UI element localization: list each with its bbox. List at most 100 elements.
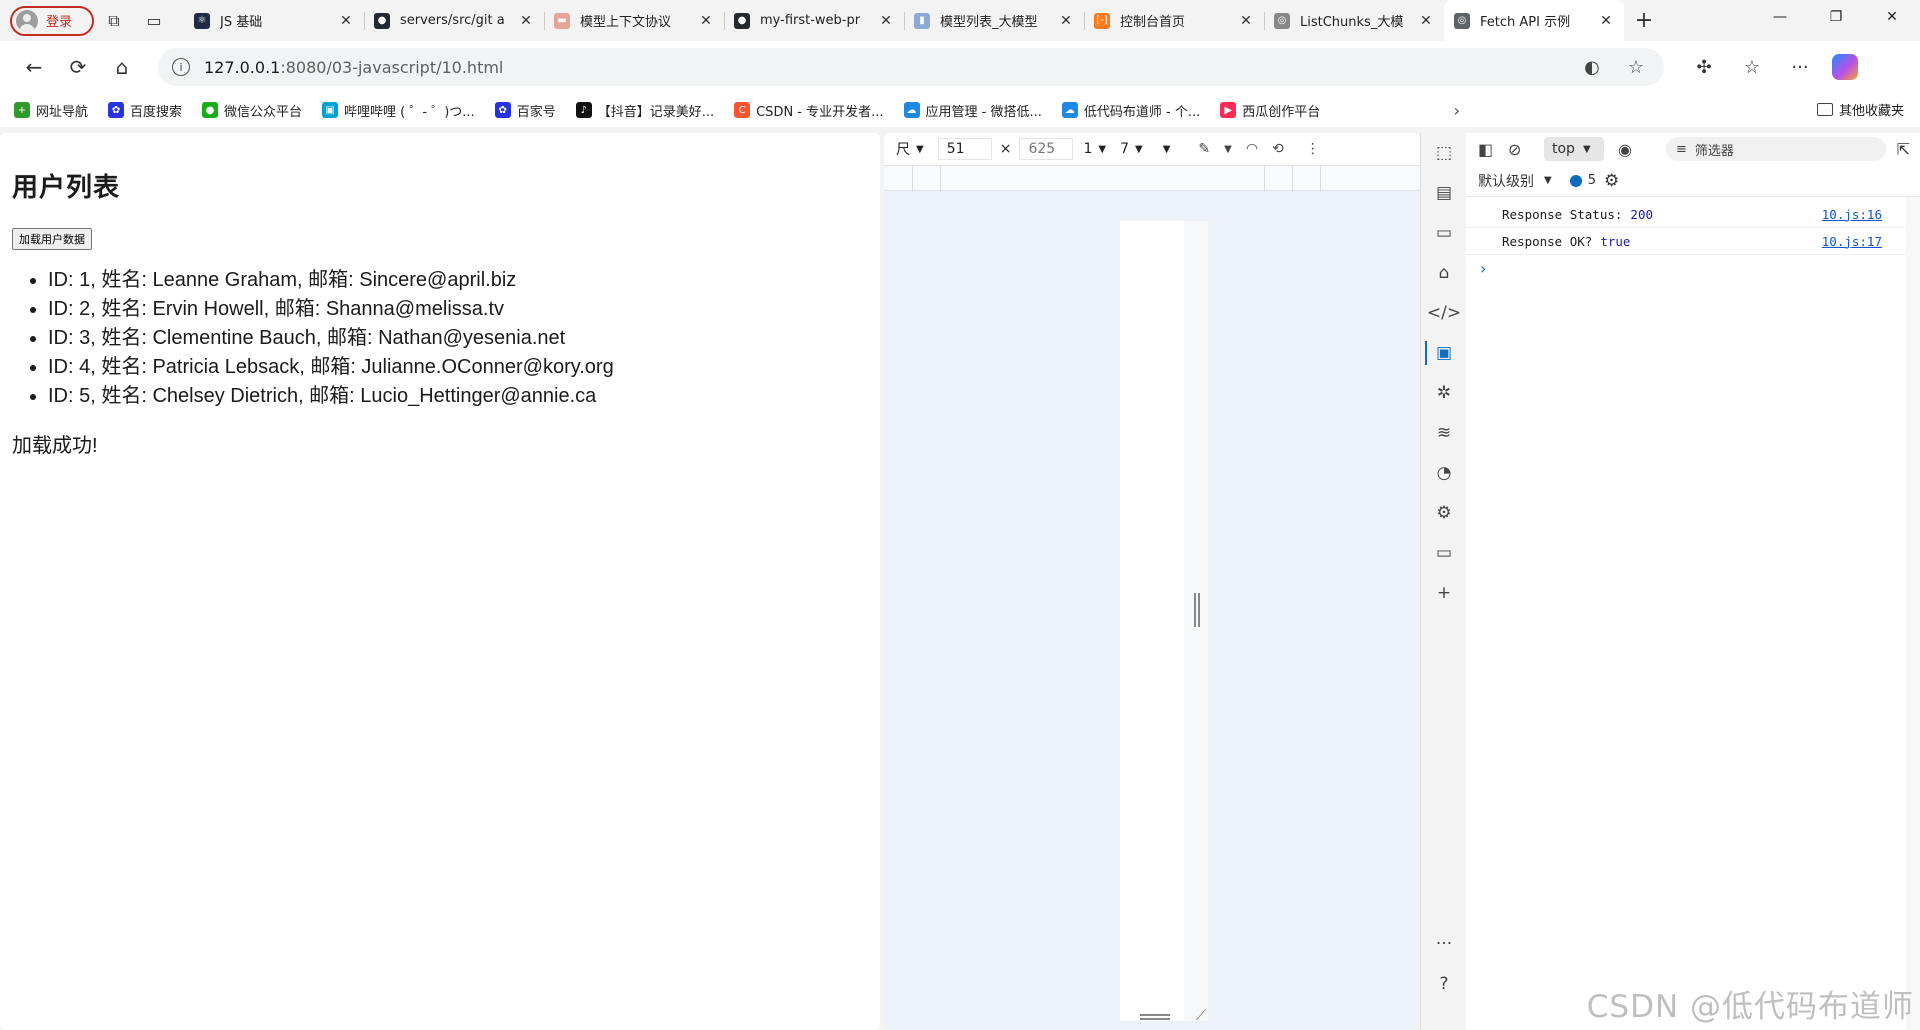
site-info-icon[interactable]: i — [172, 58, 190, 76]
rotate-icon[interactable]: ⟲ — [1272, 141, 1284, 157]
more-tools-icon[interactable]: ··· — [1421, 924, 1467, 964]
resize-handle-bottom[interactable] — [1140, 1014, 1170, 1020]
memory-chip-icon[interactable]: ⚙ — [1421, 493, 1467, 533]
dropdown-arrow-icon[interactable]: ▼ — [1544, 175, 1552, 186]
emulation-toolbar: 尺 ▼ 51 × 625 1 ▼ 7 ▼ ▼ ✎ ▼ ◠ ⟲ ⋮ — [884, 133, 1420, 165]
browser-tab[interactable]: ▮ 模型列表_大模型 ✕ — [904, 0, 1084, 41]
resize-handle-right[interactable] — [1194, 593, 1200, 627]
device-toolbar-icon[interactable]: ▤ — [1421, 173, 1467, 213]
console-settings-gear-icon[interactable]: ⚙ — [1604, 171, 1619, 191]
more-menu-icon[interactable]: ··· — [1776, 57, 1824, 78]
browser-tab[interactable]: ◎ ListChunks_大模 ✕ — [1264, 0, 1444, 41]
tab-close-icon[interactable]: ✕ — [698, 13, 714, 29]
message-count-badge[interactable]: 5 — [1569, 173, 1596, 188]
network-wifi-icon[interactable]: ≋ — [1421, 413, 1467, 453]
restore-icon[interactable]: ❐ — [1808, 0, 1864, 34]
width-input[interactable]: 51 — [937, 138, 992, 160]
extensions-icon[interactable]: ✣ — [1680, 57, 1728, 78]
add-tool-icon[interactable]: + — [1421, 573, 1467, 613]
tab-close-icon[interactable]: ✕ — [1238, 13, 1254, 29]
sidebar-toggle-icon[interactable]: ◧ — [1478, 140, 1508, 159]
back-icon[interactable]: ← — [14, 49, 54, 85]
favorites-icon[interactable]: ☆ — [1728, 57, 1776, 78]
workspaces-icon[interactable]: ⧉ — [94, 6, 134, 36]
browser-tab[interactable]: ◎ Fetch API 示例 ✕ — [1444, 0, 1624, 41]
tab-close-icon[interactable]: ✕ — [1418, 13, 1434, 29]
bookmark-item[interactable]: C CSDN - 专业开发者... — [734, 101, 884, 120]
bookmark-item[interactable]: ♪ 【抖音】记录美好... — [575, 101, 715, 120]
height-input[interactable]: 625 — [1019, 138, 1074, 160]
console-panel: ◧ ⊘ top ▼ ◉ ≡ 筛选器 ⇱ 默认级别 ▼ 5 ⚙ Response St… — [1466, 133, 1920, 1030]
welcome-home-icon[interactable]: ⌂ — [1421, 253, 1467, 293]
eyedropper-icon[interactable]: ✎ — [1198, 141, 1210, 157]
zoom-select[interactable]: 7 ▼ — [1120, 141, 1143, 157]
home-icon[interactable]: ⌂ — [102, 49, 142, 85]
tab-close-icon[interactable]: ✕ — [518, 13, 534, 29]
browser-tab[interactable]: [-] 控制台首页 ✕ — [1084, 0, 1264, 41]
chevron-right-icon[interactable]: › — [1454, 101, 1460, 120]
dropdown-arrow-icon[interactable]: ▼ — [1224, 144, 1232, 155]
profile-button[interactable]: 登录 — [10, 5, 94, 36]
browser-tab[interactable]: ● servers/src/git a ✕ — [364, 0, 544, 41]
performance-icon[interactable]: ◔ — [1421, 453, 1467, 493]
bookmark-item[interactable]: ✿ 百度搜索 — [108, 101, 182, 120]
console-levels-bar: 默认级别 ▼ 5 ⚙ — [1466, 165, 1920, 197]
bookmark-item[interactable]: ☁ 应用管理 - 微搭低... — [903, 101, 1042, 120]
application-icon[interactable]: ▭ — [1421, 533, 1467, 573]
context-select[interactable]: top ▼ — [1544, 137, 1604, 161]
resize-corner-icon[interactable]: ⟋ — [1196, 1008, 1206, 1024]
other-favorites[interactable]: 其他收藏夹 — [1816, 100, 1904, 119]
console-icon[interactable]: ▣ — [1421, 333, 1467, 373]
bookmark-item[interactable]: ▶ 西瓜创作平台 — [1220, 101, 1320, 120]
tab-close-icon[interactable]: ✕ — [1598, 13, 1614, 29]
log-source-link[interactable]: 10.js:17 — [1822, 234, 1882, 249]
tab-close-icon[interactable]: ✕ — [878, 13, 894, 29]
bookmark-item[interactable]: + 网址导航 — [14, 101, 88, 120]
log-level-select[interactable]: 默认级别 — [1478, 171, 1534, 191]
panel-undock-icon[interactable]: ⇱ — [1897, 140, 1910, 159]
user-list: ID: 1, 姓名: Leanne Graham, 邮箱: Sincere@ap… — [12, 266, 868, 411]
bookmark-label: 【抖音】记录美好... — [597, 104, 715, 120]
tab-close-icon[interactable]: ✕ — [338, 13, 354, 29]
sources-bug-icon[interactable]: ✲ — [1421, 373, 1467, 413]
browser-tab[interactable]: ● my-first-web-pr ✕ — [724, 0, 904, 41]
bookmark-item[interactable]: ✿ 百家号 — [494, 101, 556, 120]
translate-icon[interactable]: ◐ — [1578, 57, 1606, 78]
tab-close-icon[interactable]: ✕ — [1058, 13, 1074, 29]
throttle-select[interactable]: ▼ — [1157, 144, 1171, 155]
address-bar[interactable]: i 127.0.0.1:8080/03-javascript/10.html ◐… — [158, 48, 1664, 86]
browser-toolbar: ← ⟳ ⌂ i 127.0.0.1:8080/03-javascript/10.… — [0, 41, 1920, 93]
tab-title: 控制台首页 — [1120, 15, 1186, 30]
refresh-icon[interactable]: ⟳ — [58, 49, 98, 85]
browser-tab[interactable]: ⚛ JS 基础 ✕ — [184, 0, 364, 41]
elements-icon[interactable]: </> — [1421, 293, 1467, 333]
dock-icon[interactable]: ▭ — [1421, 213, 1467, 253]
address-url[interactable]: 127.0.0.1:8080/03-javascript/10.html — [204, 58, 1562, 77]
tab-actions-icon[interactable]: ▭ — [134, 6, 174, 36]
log-source-link[interactable]: 10.js:16 — [1822, 207, 1882, 222]
filter-input[interactable]: ≡ 筛选器 — [1666, 137, 1886, 161]
console-scrollbar[interactable] — [1906, 197, 1920, 1030]
vision-icon[interactable]: ◠ — [1246, 141, 1258, 157]
bookmark-item[interactable]: ☁ 低代码布道师 - 个... — [1061, 101, 1200, 120]
dpr-select[interactable]: 1 ▼ — [1083, 141, 1106, 157]
bookmark-item[interactable]: ▣ 哔哩哔哩 ( ゜- ゜)つ... — [322, 101, 475, 120]
console-prompt-chevron-icon[interactable]: › — [1466, 259, 1920, 278]
help-icon[interactable]: ? — [1421, 964, 1467, 1004]
tab-strip: 登录 ⧉ ▭ ⚛ JS 基础 ✕ ● servers/src/git a ✕ ▬ 模型上下文协… — [0, 0, 1920, 41]
clear-console-icon[interactable]: ⊘ — [1508, 140, 1538, 159]
bookmark-item[interactable]: ● 微信公众平台 — [202, 101, 302, 120]
browser-tab[interactable]: ▬ 模型上下文协议 ✕ — [544, 0, 724, 41]
live-expression-eye-icon[interactable]: ◉ — [1618, 140, 1648, 159]
load-users-button[interactable]: 加载用户数据 — [12, 228, 92, 250]
more-options-icon[interactable]: ⋮ — [1306, 141, 1320, 157]
close-window-icon[interactable]: ✕ — [1864, 0, 1920, 34]
copilot-icon[interactable] — [1832, 54, 1858, 80]
minimize-icon[interactable]: — — [1752, 0, 1808, 34]
device-select[interactable]: 尺 ▼ — [896, 139, 924, 159]
favorite-star-icon[interactable]: ☆ — [1622, 57, 1650, 78]
context-label: top — [1552, 141, 1575, 157]
new-tab-button[interactable]: + — [1624, 8, 1664, 33]
inspect-icon[interactable]: ⬚ — [1421, 133, 1467, 173]
message-count: 5 — [1587, 173, 1596, 188]
